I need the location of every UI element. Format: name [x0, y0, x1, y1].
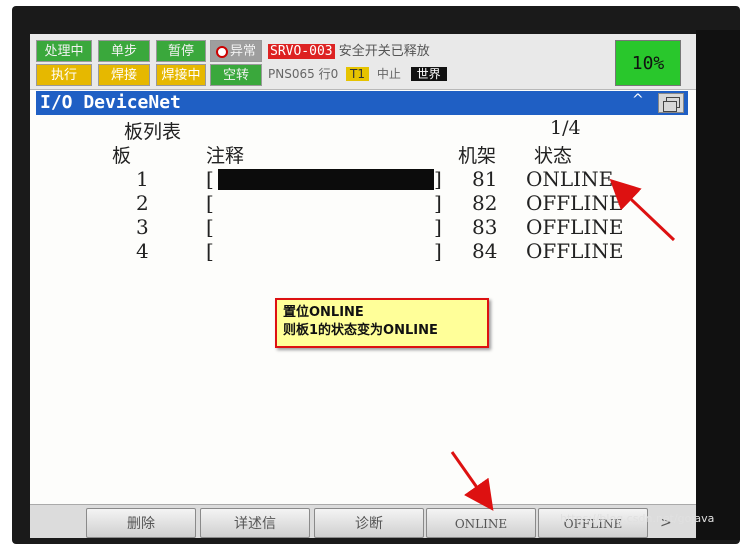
arrow-to-online-status [609, 178, 676, 242]
arrow-to-online-key [450, 451, 494, 511]
watermark-text: https://blog.csdn.net/gojava [560, 512, 715, 525]
annotation-arrows [450, 178, 676, 511]
